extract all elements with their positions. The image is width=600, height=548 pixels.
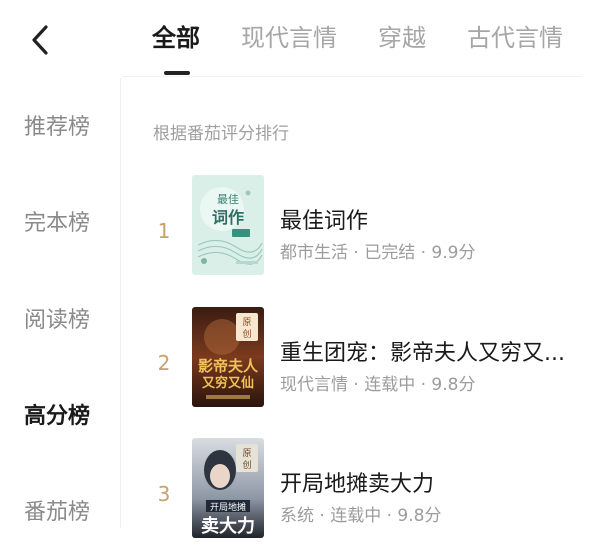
sidebar-item-completed[interactable]: 完本榜 [24, 205, 90, 237]
book-item[interactable]: 2 原 创 影帝夫人 又穷又仙 重生团宠：影帝夫人又穷又... 现代言情 · 连… [122, 307, 592, 417]
top-bar: 全部 现代言情 穿越 古代言情 [0, 0, 600, 78]
book-cover: 原 创 开局地摊 卖大力 [192, 438, 264, 538]
category-tabs: 全部 现代言情 穿越 古代言情 [152, 20, 600, 60]
svg-text:最佳: 最佳 [217, 192, 239, 206]
svg-text:原: 原 [242, 317, 251, 328]
divider [122, 76, 582, 77]
chevron-left-icon [32, 25, 48, 55]
svg-text:影帝夫人: 影帝夫人 [198, 357, 259, 375]
rank-number: 3 [157, 482, 171, 506]
svg-text:创: 创 [242, 459, 251, 471]
book-item[interactable]: 3 原 创 开局地摊 卖大力 开局地摊卖大力 系统 · 连载中 · 9.8分 [122, 438, 592, 548]
svg-text:开局地摊: 开局地摊 [210, 501, 246, 513]
book-title: 重生团宠：影帝夫人又穷又... [280, 341, 565, 366]
book-meta: 系统 · 连载中 · 9.8分 [280, 506, 442, 526]
back-button[interactable] [26, 22, 56, 58]
book-cover: 最佳 词作 [192, 175, 264, 275]
ranking-subtitle: 根据番茄评分排行 [153, 124, 289, 144]
svg-text:卖大力: 卖大力 [201, 515, 255, 537]
svg-text:又穷又仙: 又穷又仙 [201, 375, 254, 391]
svg-text:词作: 词作 [212, 208, 244, 227]
sidebar-item-fanqie[interactable]: 番茄榜 [24, 494, 90, 526]
svg-text:创: 创 [242, 328, 251, 340]
tab-ancient-romance[interactable]: 古代言情 [467, 20, 563, 60]
tab-modern-romance[interactable]: 现代言情 [241, 20, 337, 60]
rank-number: 1 [157, 219, 171, 243]
sidebar-divider [120, 78, 121, 528]
book-title: 开局地摊卖大力 [280, 472, 435, 497]
active-tab-indicator [164, 71, 190, 75]
sidebar-item-recommend[interactable]: 推荐榜 [24, 109, 90, 141]
rank-number: 2 [157, 351, 171, 375]
book-cover: 原 创 影帝夫人 又穷又仙 [192, 307, 264, 407]
sidebar-item-reading[interactable]: 阅读榜 [24, 302, 90, 334]
sidebar-item-high-score[interactable]: 高分榜 [24, 398, 90, 430]
book-meta: 都市生活 · 已完结 · 9.9分 [280, 243, 476, 263]
tab-all[interactable]: 全部 [152, 20, 200, 60]
svg-text:原: 原 [242, 448, 251, 459]
book-meta: 现代言情 · 连载中 · 9.8分 [280, 375, 476, 395]
book-title: 最佳词作 [280, 209, 369, 234]
book-item[interactable]: 1 最佳 词作 最佳词作 都市生活 · 已完结 · 9.9分 [122, 175, 592, 285]
tab-time-travel[interactable]: 穿越 [378, 20, 426, 60]
